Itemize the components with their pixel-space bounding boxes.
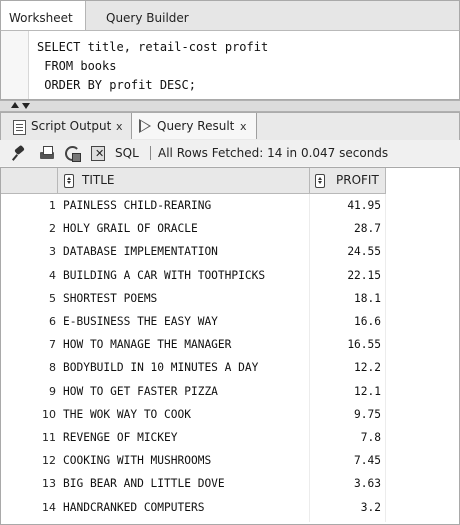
table-row[interactable]: 14 HANDCRANKED COMPUTERS 3.2 xyxy=(1,496,459,519)
table-row[interactable]: 3 DATABASE IMPLEMENTATION 24.55 xyxy=(1,240,459,263)
cell-title[interactable]: THE WOK WAY TO COOK xyxy=(63,403,303,426)
result-grid[interactable]: TITLE PROFIT 1 PAINLESS CHILD-REARING 41.9… xyxy=(0,167,460,525)
row-number: 12 xyxy=(42,454,56,468)
cell-title[interactable]: BODYBUILD IN 10 MINUTES A DAY xyxy=(63,356,303,379)
close-icon[interactable]: x xyxy=(116,113,123,140)
sql-button[interactable]: SQL xyxy=(115,140,139,166)
cell-profit[interactable]: 9.75 xyxy=(310,403,385,426)
table-row[interactable]: 11 REVENGE OF MICKEY 7.8 xyxy=(1,426,459,449)
sql-line: SELECT title, retail-cost profit xyxy=(37,40,269,54)
row-number: 2 xyxy=(49,222,56,236)
table-row[interactable]: 10 THE WOK WAY TO COOK 9.75 xyxy=(1,403,459,426)
row-number: 4 xyxy=(49,268,56,282)
table-row[interactable]: 1 PAINLESS CHILD-REARING 41.95 xyxy=(1,194,459,217)
cell-profit[interactable]: 24.55 xyxy=(310,240,385,263)
column-header-title[interactable]: TITLE xyxy=(58,168,310,194)
fetch-status: All Rows Fetched: 14 in 0.047 seconds xyxy=(158,146,389,160)
play-icon xyxy=(139,119,151,133)
table-row[interactable]: 5 SHORTEST POEMS 18.1 xyxy=(1,287,459,310)
row-number-header[interactable] xyxy=(1,168,58,194)
cell-profit[interactable]: 16.6 xyxy=(310,310,385,333)
collapse-down-icon[interactable] xyxy=(22,103,30,109)
column-header-label: TITLE xyxy=(82,173,115,187)
editor-gutter xyxy=(1,31,29,99)
cell-title[interactable]: SHORTEST POEMS xyxy=(63,287,303,310)
cell-profit[interactable]: 41.95 xyxy=(310,194,385,217)
pin-icon[interactable] xyxy=(12,145,28,161)
cell-title[interactable]: COOKING WITH MUSHROOMS xyxy=(63,449,303,472)
row-number: 9 xyxy=(49,384,56,398)
cell-profit[interactable]: 16.55 xyxy=(310,333,385,356)
row-number: 1 xyxy=(49,199,56,212)
cell-profit[interactable]: 3.63 xyxy=(310,472,385,495)
cell-profit[interactable]: 18.1 xyxy=(310,287,385,310)
cell-title[interactable]: HOW TO GET FASTER PIZZA xyxy=(63,380,303,403)
cell-profit[interactable]: 22.15 xyxy=(310,264,385,287)
table-row[interactable]: 13 BIG BEAR AND LITTLE DOVE 3.63 xyxy=(1,472,459,495)
cell-profit[interactable]: 7.45 xyxy=(310,449,385,472)
sql-line: ORDER BY profit DESC; xyxy=(37,78,196,92)
row-number: 6 xyxy=(49,315,56,328)
table-row[interactable]: 4 BUILDING A CAR WITH TOOTHPICKS 22.15 xyxy=(1,264,459,287)
sql-code[interactable]: SELECT title, retail-cost profit FROM bo… xyxy=(37,38,268,95)
close-icon[interactable]: x xyxy=(240,113,247,140)
cell-title[interactable]: HOW TO MANAGE THE MANAGER xyxy=(63,333,303,356)
tab-worksheet[interactable]: Worksheet xyxy=(1,1,86,32)
cell-title[interactable]: BIG BEAR AND LITTLE DOVE xyxy=(63,472,303,495)
cell-title[interactable]: PAINLESS CHILD-REARING xyxy=(63,194,303,217)
cell-title[interactable]: BUILDING A CAR WITH TOOTHPICKS xyxy=(63,264,303,287)
sort-icon[interactable] xyxy=(64,174,74,188)
tab-query-result-label: Query Result xyxy=(157,119,235,133)
editor-tab-bar: Worksheet Query Builder xyxy=(0,0,460,32)
row-number: 13 xyxy=(42,477,56,491)
cell-title[interactable]: REVENGE OF MICKEY xyxy=(63,426,303,449)
tab-script-output[interactable]: Script Output x xyxy=(13,113,125,140)
column-header-profit[interactable]: PROFIT xyxy=(310,168,386,194)
table-row[interactable]: 2 HOLY GRAIL OF ORACLE 28.7 xyxy=(1,217,459,240)
row-number: 5 xyxy=(49,291,56,305)
tab-query-result[interactable]: Query Result x xyxy=(131,113,257,139)
table-row[interactable]: 6 E-BUSINESS THE EASY WAY 16.6 xyxy=(1,310,459,333)
row-number: 7 xyxy=(49,338,56,352)
cell-title[interactable]: DATABASE IMPLEMENTATION xyxy=(63,240,303,263)
sort-icon[interactable] xyxy=(315,174,325,188)
row-number: 8 xyxy=(49,361,56,375)
toolbar-separator xyxy=(150,146,151,160)
row-number: 11 xyxy=(42,431,56,444)
cell-profit[interactable]: 12.2 xyxy=(310,356,385,379)
tab-query-builder[interactable]: Query Builder xyxy=(96,1,199,31)
cell-profit[interactable]: 28.7 xyxy=(310,217,385,240)
sql-line: FROM books xyxy=(37,59,117,73)
table-row[interactable]: 12 COOKING WITH MUSHROOMS 7.45 xyxy=(1,449,459,472)
cell-profit[interactable]: 7.8 xyxy=(310,426,385,449)
cell-title[interactable]: HOLY GRAIL OF ORACLE xyxy=(63,217,303,240)
cell-title[interactable]: HANDCRANKED COMPUTERS xyxy=(63,496,303,519)
cell-title[interactable]: E-BUSINESS THE EASY WAY xyxy=(63,310,303,333)
print-icon[interactable] xyxy=(39,145,55,161)
cell-profit[interactable]: 12.1 xyxy=(310,380,385,403)
script-icon xyxy=(13,120,26,135)
result-tab-bar: Script Output x Query Result x xyxy=(0,112,460,141)
table-row[interactable]: 9 HOW TO GET FASTER PIZZA 12.1 xyxy=(1,380,459,403)
table-row[interactable]: 8 BODYBUILD IN 10 MINUTES A DAY 12.2 xyxy=(1,356,459,379)
row-number: 3 xyxy=(49,245,56,259)
collapse-up-icon[interactable] xyxy=(11,102,19,108)
result-toolbar: SQL All Rows Fetched: 14 in 0.047 second… xyxy=(0,140,460,166)
row-number: 10 xyxy=(42,407,56,421)
cell-profit[interactable]: 3.2 xyxy=(310,496,385,519)
panel-splitter[interactable] xyxy=(0,100,460,112)
row-number: 14 xyxy=(42,500,56,514)
table-row[interactable]: 7 HOW TO MANAGE THE MANAGER 16.55 xyxy=(1,333,459,356)
column-header-label: PROFIT xyxy=(336,173,379,187)
grid-header: TITLE PROFIT xyxy=(1,168,459,194)
sql-editor[interactable]: SELECT title, retail-cost profit FROM bo… xyxy=(0,30,460,100)
export-icon[interactable] xyxy=(90,145,106,161)
refresh-icon[interactable] xyxy=(64,145,81,162)
tab-script-output-label: Script Output xyxy=(31,119,112,133)
